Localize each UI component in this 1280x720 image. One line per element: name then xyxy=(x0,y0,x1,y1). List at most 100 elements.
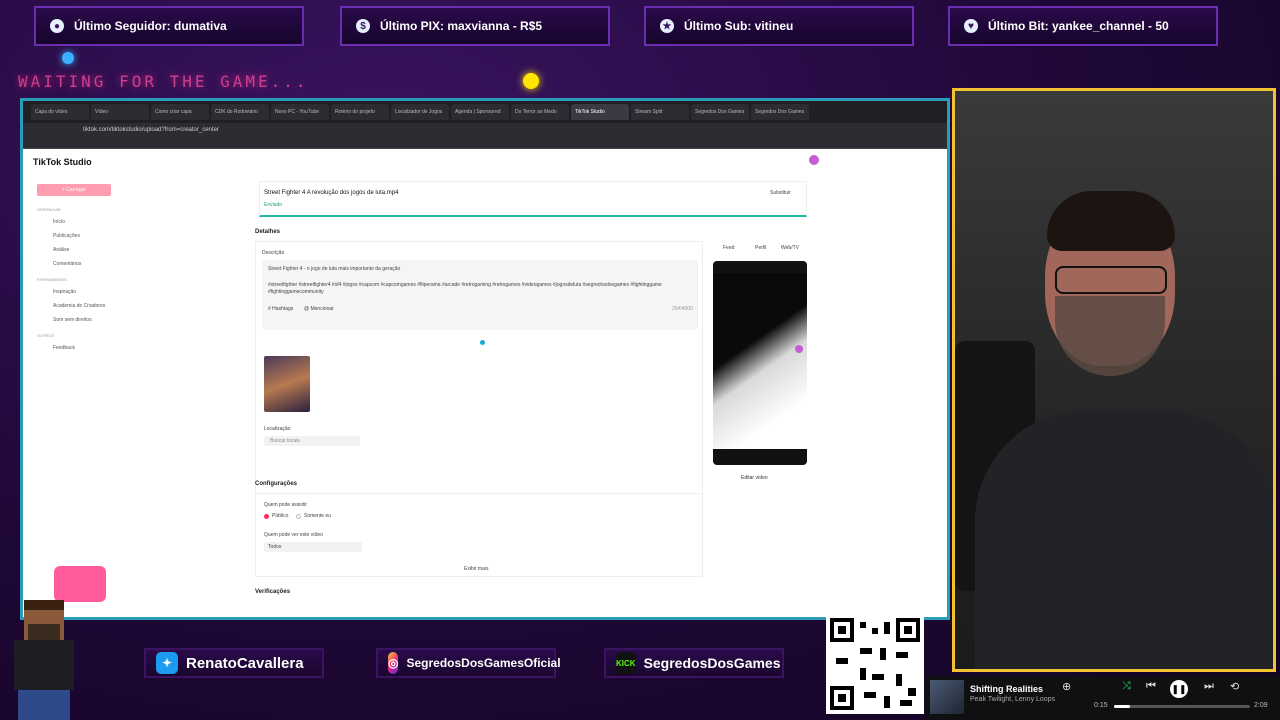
browser-tab[interactable]: Vídeo xyxy=(91,104,149,120)
preview-tab-feed[interactable]: Feed xyxy=(723,245,734,251)
ticker-label: Último Sub: vitineu xyxy=(684,19,794,33)
view-select[interactable]: Todos xyxy=(264,542,362,552)
streamer-glasses xyxy=(1055,266,1167,294)
webcam-feed xyxy=(952,88,1276,672)
twitter-handle: ✦ RenatoCavallera xyxy=(144,648,324,678)
sidebar-item-comments[interactable]: Comentários xyxy=(53,261,81,267)
ticker-label: Último PIX: maxvianna - R$5 xyxy=(380,19,543,33)
pause-icon[interactable]: ❚❚ xyxy=(1170,680,1188,698)
shuffle-icon[interactable]: ⤨ xyxy=(1122,680,1131,693)
video-preview xyxy=(713,273,807,449)
details-title: Detalhes xyxy=(255,229,281,235)
instagram-handle: ◎ SegredosDosGamesOficial xyxy=(376,648,561,678)
location-placeholder: Buscar locais xyxy=(270,438,300,444)
add-icon[interactable]: ⊕ xyxy=(1062,680,1071,693)
radio-public[interactable] xyxy=(264,514,269,519)
sidebar-heading: GERENCIAR xyxy=(37,207,61,212)
album-art xyxy=(930,680,964,714)
social-label: SegredosDosGames xyxy=(643,655,781,671)
kick-handle: KICK SegredosDosGames xyxy=(604,648,784,678)
decorative-dot xyxy=(62,52,74,64)
decorative-dot xyxy=(523,73,539,89)
sidebar-item-home[interactable]: Início xyxy=(53,219,65,225)
preview-tab-web[interactable]: Web/TV xyxy=(781,245,799,251)
track-artist: Peak Twilight, Lenny Loops xyxy=(970,696,1056,703)
browser-tab[interactable]: Do Terror ao Medo xyxy=(511,104,569,120)
instagram-icon: ◎ xyxy=(388,652,399,674)
dollar-icon: $ xyxy=(356,19,370,33)
last-sub-ticker: ★ Último Sub: vitineu xyxy=(644,6,914,46)
star-icon: ★ xyxy=(660,19,674,33)
browser-tab[interactable]: Como criar capa xyxy=(151,104,209,120)
browser-tab-active[interactable]: TikTok Studio xyxy=(571,104,629,120)
address-bar[interactable]: tiktok.com/tiktokstudio/upload?from=crea… xyxy=(23,123,947,137)
pixel-avatar xyxy=(14,600,74,720)
private-option-label: Somente eu xyxy=(304,513,331,519)
tiktok-logo[interactable]: TikTok Studio xyxy=(33,157,92,167)
last-pix-ticker: $ Último PIX: maxvianna - R$5 xyxy=(340,6,610,46)
social-label: SegredosDosGamesOficial xyxy=(406,656,561,670)
sidebar-item-analytics[interactable]: Análise xyxy=(53,247,69,253)
browser-tab[interactable]: Stream Split xyxy=(631,104,689,120)
preview-tab-profile[interactable]: Perfil xyxy=(755,245,766,251)
upload-button[interactable]: + Carregar xyxy=(37,184,111,196)
browser-tab[interactable]: Segredos Dos Games xyxy=(691,104,749,120)
social-label: RenatoCavallera xyxy=(186,654,304,672)
sidebar-item-posts[interactable]: Publicações xyxy=(53,233,80,239)
user-icon: ● xyxy=(50,19,64,33)
checks-title: Verificações xyxy=(255,589,291,595)
progress-track[interactable] xyxy=(1114,705,1250,708)
progress-fill xyxy=(1114,705,1131,708)
sidebar-item-academy[interactable]: Academia de Criadores xyxy=(53,303,105,309)
location-select[interactable]: Buscar locais xyxy=(264,436,360,446)
hashtags-text: #streetfighter #streetfighter4 #sf4 #jog… xyxy=(268,282,662,295)
elapsed-time: 0:15 xyxy=(1094,702,1108,709)
sidebar-item-feedback[interactable]: Feedback xyxy=(53,345,75,351)
description-input[interactable]: Street Fighter 4 - o jogo de luta mais i… xyxy=(262,260,698,330)
browser-tab[interactable]: Capa do vídeo xyxy=(31,104,89,120)
waiting-banner: WAITING FOR THE GAME... xyxy=(18,72,309,91)
track-title: Shifting Realities xyxy=(970,684,1044,694)
previous-icon[interactable]: ⏮ xyxy=(1146,680,1156,693)
repeat-icon[interactable]: ⟲ xyxy=(1230,680,1239,693)
settings-panel: Quem pode assistir Público Somente eu Qu… xyxy=(255,493,703,577)
streamer-hair xyxy=(1047,191,1175,251)
browser-tab[interactable]: Localizador de Jogos xyxy=(391,104,449,120)
sidebar-item-sounds[interactable]: Som sem direitos xyxy=(53,317,92,323)
sidebar-item-inspiration[interactable]: Inspiração xyxy=(53,289,76,295)
mention-button[interactable]: @ Mencionar xyxy=(304,306,334,312)
streamer-body xyxy=(975,411,1273,669)
file-status: Enviado xyxy=(264,202,283,208)
qr-code xyxy=(826,614,924,714)
bookmarks-bar xyxy=(23,137,947,149)
browser-tab[interactable]: Agenda | Sponsored xyxy=(451,104,509,120)
upload-file-card: Street Fighter 4 A revolução dos jogos d… xyxy=(259,181,807,217)
tiktok-studio-page: TikTok Studio + Carregar GERENCIAR Iníci… xyxy=(23,149,947,617)
loading-indicator xyxy=(480,340,485,345)
browser-tab[interactable]: CDK do Rodoviário xyxy=(211,104,269,120)
phone-preview xyxy=(713,261,807,465)
browser-tab[interactable]: Roteiro do projeto xyxy=(331,104,389,120)
hashtag-button[interactable]: # Hashtags xyxy=(268,306,293,312)
browser-tab[interactable]: Segredos Dos Games xyxy=(751,104,809,120)
file-name: Street Fighter 4 A revolução dos jogos d… xyxy=(264,190,399,196)
char-count: 254/4000 xyxy=(672,306,693,312)
browser-window: Capa do vídeo Vídeo Como criar capa CDK … xyxy=(20,98,950,620)
avatar[interactable] xyxy=(809,155,819,165)
cover-thumbnail[interactable] xyxy=(264,356,310,412)
browser-tab-bar: Capa do vídeo Vídeo Como criar capa CDK … xyxy=(23,101,947,123)
twitter-icon: ✦ xyxy=(156,652,178,674)
radio-private[interactable] xyxy=(296,514,301,519)
last-follower-ticker: ● Último Seguidor: dumativa xyxy=(34,6,304,46)
kick-icon: KICK xyxy=(616,652,636,674)
duration-time: 2:09 xyxy=(1254,702,1268,709)
show-more-button[interactable]: Exibir mais xyxy=(464,566,488,572)
description-text: Street Fighter 4 - o jogo de luta mais i… xyxy=(268,266,401,272)
who-can-view-label: Quem pode ver este vídeo xyxy=(264,532,323,538)
browser-tab[interactable]: Novo PC - YouTube xyxy=(271,104,329,120)
preview-avatar xyxy=(795,345,803,353)
edit-video-button[interactable]: Editar vídeo xyxy=(741,475,768,481)
replace-button[interactable]: Substituir xyxy=(770,190,791,196)
location-label: Localização xyxy=(264,426,291,432)
next-icon[interactable]: ⏭ xyxy=(1204,680,1214,693)
